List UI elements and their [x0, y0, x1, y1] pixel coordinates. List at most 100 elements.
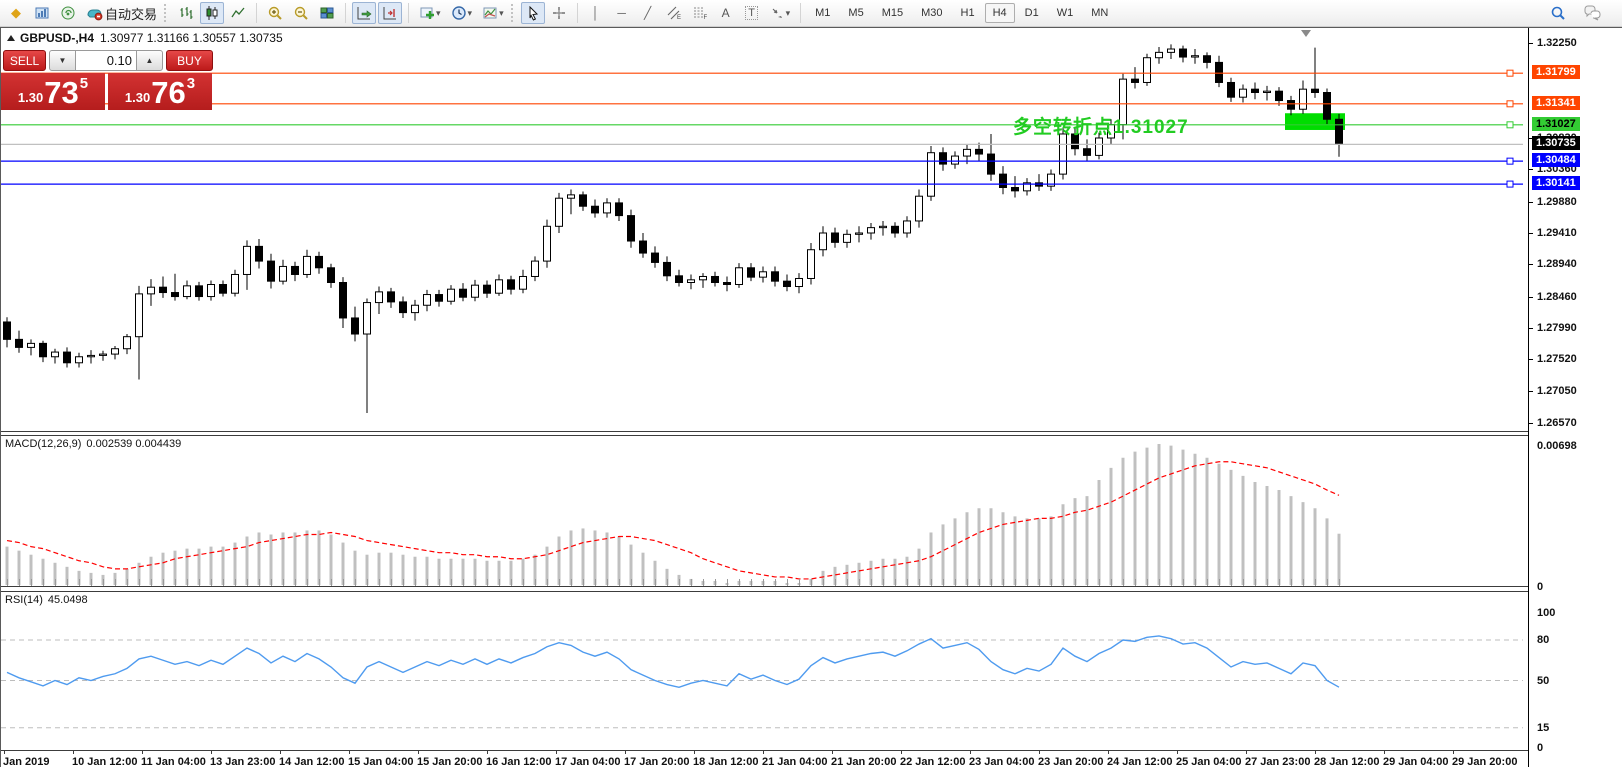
buy-price-base: 1.30	[124, 90, 151, 105]
sell-price-display[interactable]: 1.30 73 5	[1, 73, 105, 110]
y-tick-mark	[1529, 43, 1533, 44]
y-tick-mark	[1529, 327, 1533, 329]
periods-button[interactable]: ▾	[447, 2, 477, 24]
chat-icon[interactable]	[1580, 2, 1604, 24]
templates-button[interactable]: ▾	[478, 2, 508, 24]
line-handle[interactable]	[1506, 100, 1514, 108]
search-icon[interactable]	[1546, 2, 1570, 24]
indicator-axis-label: 80	[1537, 634, 1550, 646]
tab-timeframe-h4[interactable]: H4	[984, 3, 1015, 23]
toolbar-grip[interactable]	[164, 4, 169, 22]
buy-button[interactable]: BUY	[166, 50, 213, 71]
bar-chart-icon[interactable]	[174, 2, 198, 24]
macd-chart-svg[interactable]	[1, 436, 1528, 586]
sell-button[interactable]: SELL	[3, 50, 46, 71]
periods-dropdown-icon[interactable]: ▾	[468, 8, 473, 19]
date-label: 13 Jan 23:00	[210, 756, 276, 767]
indicators-button[interactable]: ▾	[415, 2, 445, 24]
macd-label: MACD(12,26,9) 0.002539 0.004439	[5, 438, 181, 450]
sound-alert-icon[interactable]	[56, 2, 80, 24]
line-handle[interactable]	[1506, 180, 1514, 188]
y-tick-label: 1.26570	[1537, 416, 1577, 429]
indicator-axis-label: 50	[1537, 674, 1550, 687]
svg-text:F: F	[703, 15, 707, 21]
trendline-icon[interactable]: ╱	[636, 2, 660, 24]
y-tick-mark	[1529, 359, 1533, 361]
tab-timeframe-m1[interactable]: M1	[807, 3, 838, 23]
date-label: 25 Jan 04:00	[1176, 756, 1242, 767]
volume-decrease-button[interactable]: ▼	[49, 50, 76, 71]
chart-symbol-period: GBPUSD-,H4	[20, 31, 95, 45]
chart-shift-icon[interactable]	[378, 2, 403, 24]
indicator-axis-label: 0	[1537, 581, 1544, 593]
new-order-icon[interactable]: ◆	[4, 2, 28, 24]
chart-window: GBPUSD-,H4 1.30977 1.31166 1.30557 1.307…	[0, 27, 1622, 767]
price-chart-pane[interactable]	[1, 28, 1528, 431]
indicators-dropdown-icon[interactable]: ▾	[436, 8, 441, 19]
date-label: 23 Jan 04:00	[969, 756, 1035, 767]
rsi-name: RSI(14)	[5, 594, 43, 606]
date-label: 10 Jan 12:00	[72, 756, 138, 767]
date-label: 29 Jan 20:00	[1452, 756, 1518, 767]
text-label-tool-icon[interactable]: T	[740, 2, 764, 24]
buy-price-display[interactable]: 1.30 76 3	[108, 73, 212, 110]
tab-timeframe-m15[interactable]: M15	[874, 3, 911, 23]
templates-dropdown-icon[interactable]: ▾	[499, 8, 504, 19]
fibonacci-icon[interactable]: F	[688, 2, 712, 24]
pivot-annotation-text[interactable]: 多空转折点1.31027	[1013, 112, 1189, 139]
line-chart-icon[interactable]	[226, 2, 250, 24]
tab-timeframe-w1[interactable]: W1	[1049, 3, 1082, 23]
macd-pane[interactable]: MACD(12,26,9) 0.002539 0.004439	[1, 436, 1528, 586]
candlestick-chart-icon[interactable]	[200, 2, 225, 24]
toolbar-separator	[800, 3, 802, 23]
current-price-badge: 1.30735	[1532, 136, 1580, 151]
price-level-badge: 1.30141	[1532, 176, 1580, 191]
candlestick-chart-svg[interactable]	[1, 28, 1528, 431]
volume-increase-button[interactable]: ▲	[136, 50, 163, 71]
tab-timeframe-d1[interactable]: D1	[1017, 3, 1047, 23]
buy-price-pips: 76	[151, 75, 186, 110]
rsi-chart-svg[interactable]	[1, 592, 1528, 754]
date-label: 15 Jan 20:00	[417, 756, 483, 767]
vertical-line-icon[interactable]: │	[584, 2, 608, 24]
templates-icon	[483, 7, 497, 19]
tab-timeframe-m5[interactable]: M5	[840, 3, 871, 23]
rsi-pane[interactable]: RSI(14) 45.0498	[1, 592, 1528, 754]
time-axis[interactable]: Jan 2019 10 Jan 12:00 11 Jan 04:00 13 Jan 2…	[1, 754, 1528, 767]
sell-price-pips: 73	[44, 75, 79, 110]
tab-timeframe-h1[interactable]: H1	[953, 3, 983, 23]
arrows-tool-button[interactable]: ▾	[766, 2, 795, 24]
line-handle[interactable]	[1506, 157, 1514, 165]
equidistant-channel-icon[interactable]: E	[662, 2, 686, 24]
autotrading-button[interactable]: 自动交易	[82, 2, 161, 24]
auto-scroll-icon[interactable]	[352, 2, 377, 24]
y-tick-mark	[1529, 422, 1533, 424]
zoom-in-icon[interactable]	[263, 2, 287, 24]
chart-window-icon[interactable]	[30, 2, 54, 24]
y-tick-mark	[1529, 264, 1533, 266]
toolbar-separator	[256, 3, 258, 23]
date-label: 15 Jan 04:00	[348, 756, 414, 767]
tab-timeframe-m30[interactable]: M30	[913, 3, 950, 23]
clock-icon	[451, 6, 466, 20]
crosshair-icon[interactable]	[547, 2, 571, 24]
sell-price-point: 5	[79, 75, 89, 92]
volume-input[interactable]: 0.10	[76, 50, 136, 71]
toolbar-separator	[408, 3, 410, 23]
arrows-dropdown-icon[interactable]: ▾	[786, 8, 791, 19]
text-tool-icon[interactable]: A	[714, 2, 738, 24]
rsi-line	[6, 635, 1340, 688]
price-level-badge: 1.30484	[1532, 153, 1580, 168]
horizontal-line-icon[interactable]: ─	[610, 2, 634, 24]
price-axis[interactable]: 1.322501.308301.303601.298801.294101.289…	[1528, 28, 1622, 767]
cursor-icon[interactable]	[520, 2, 545, 24]
line-handle[interactable]	[1506, 121, 1514, 129]
zoom-out-icon[interactable]	[289, 2, 313, 24]
toolbar-grip[interactable]	[510, 4, 516, 22]
y-tick-mark	[1529, 232, 1533, 234]
date-label: 22 Jan 12:00	[900, 756, 966, 767]
line-handle[interactable]	[1506, 69, 1514, 77]
date-label: 17 Jan 20:00	[624, 756, 690, 767]
tile-windows-icon[interactable]	[315, 2, 339, 24]
tab-timeframe-mn[interactable]: MN	[1083, 3, 1116, 23]
